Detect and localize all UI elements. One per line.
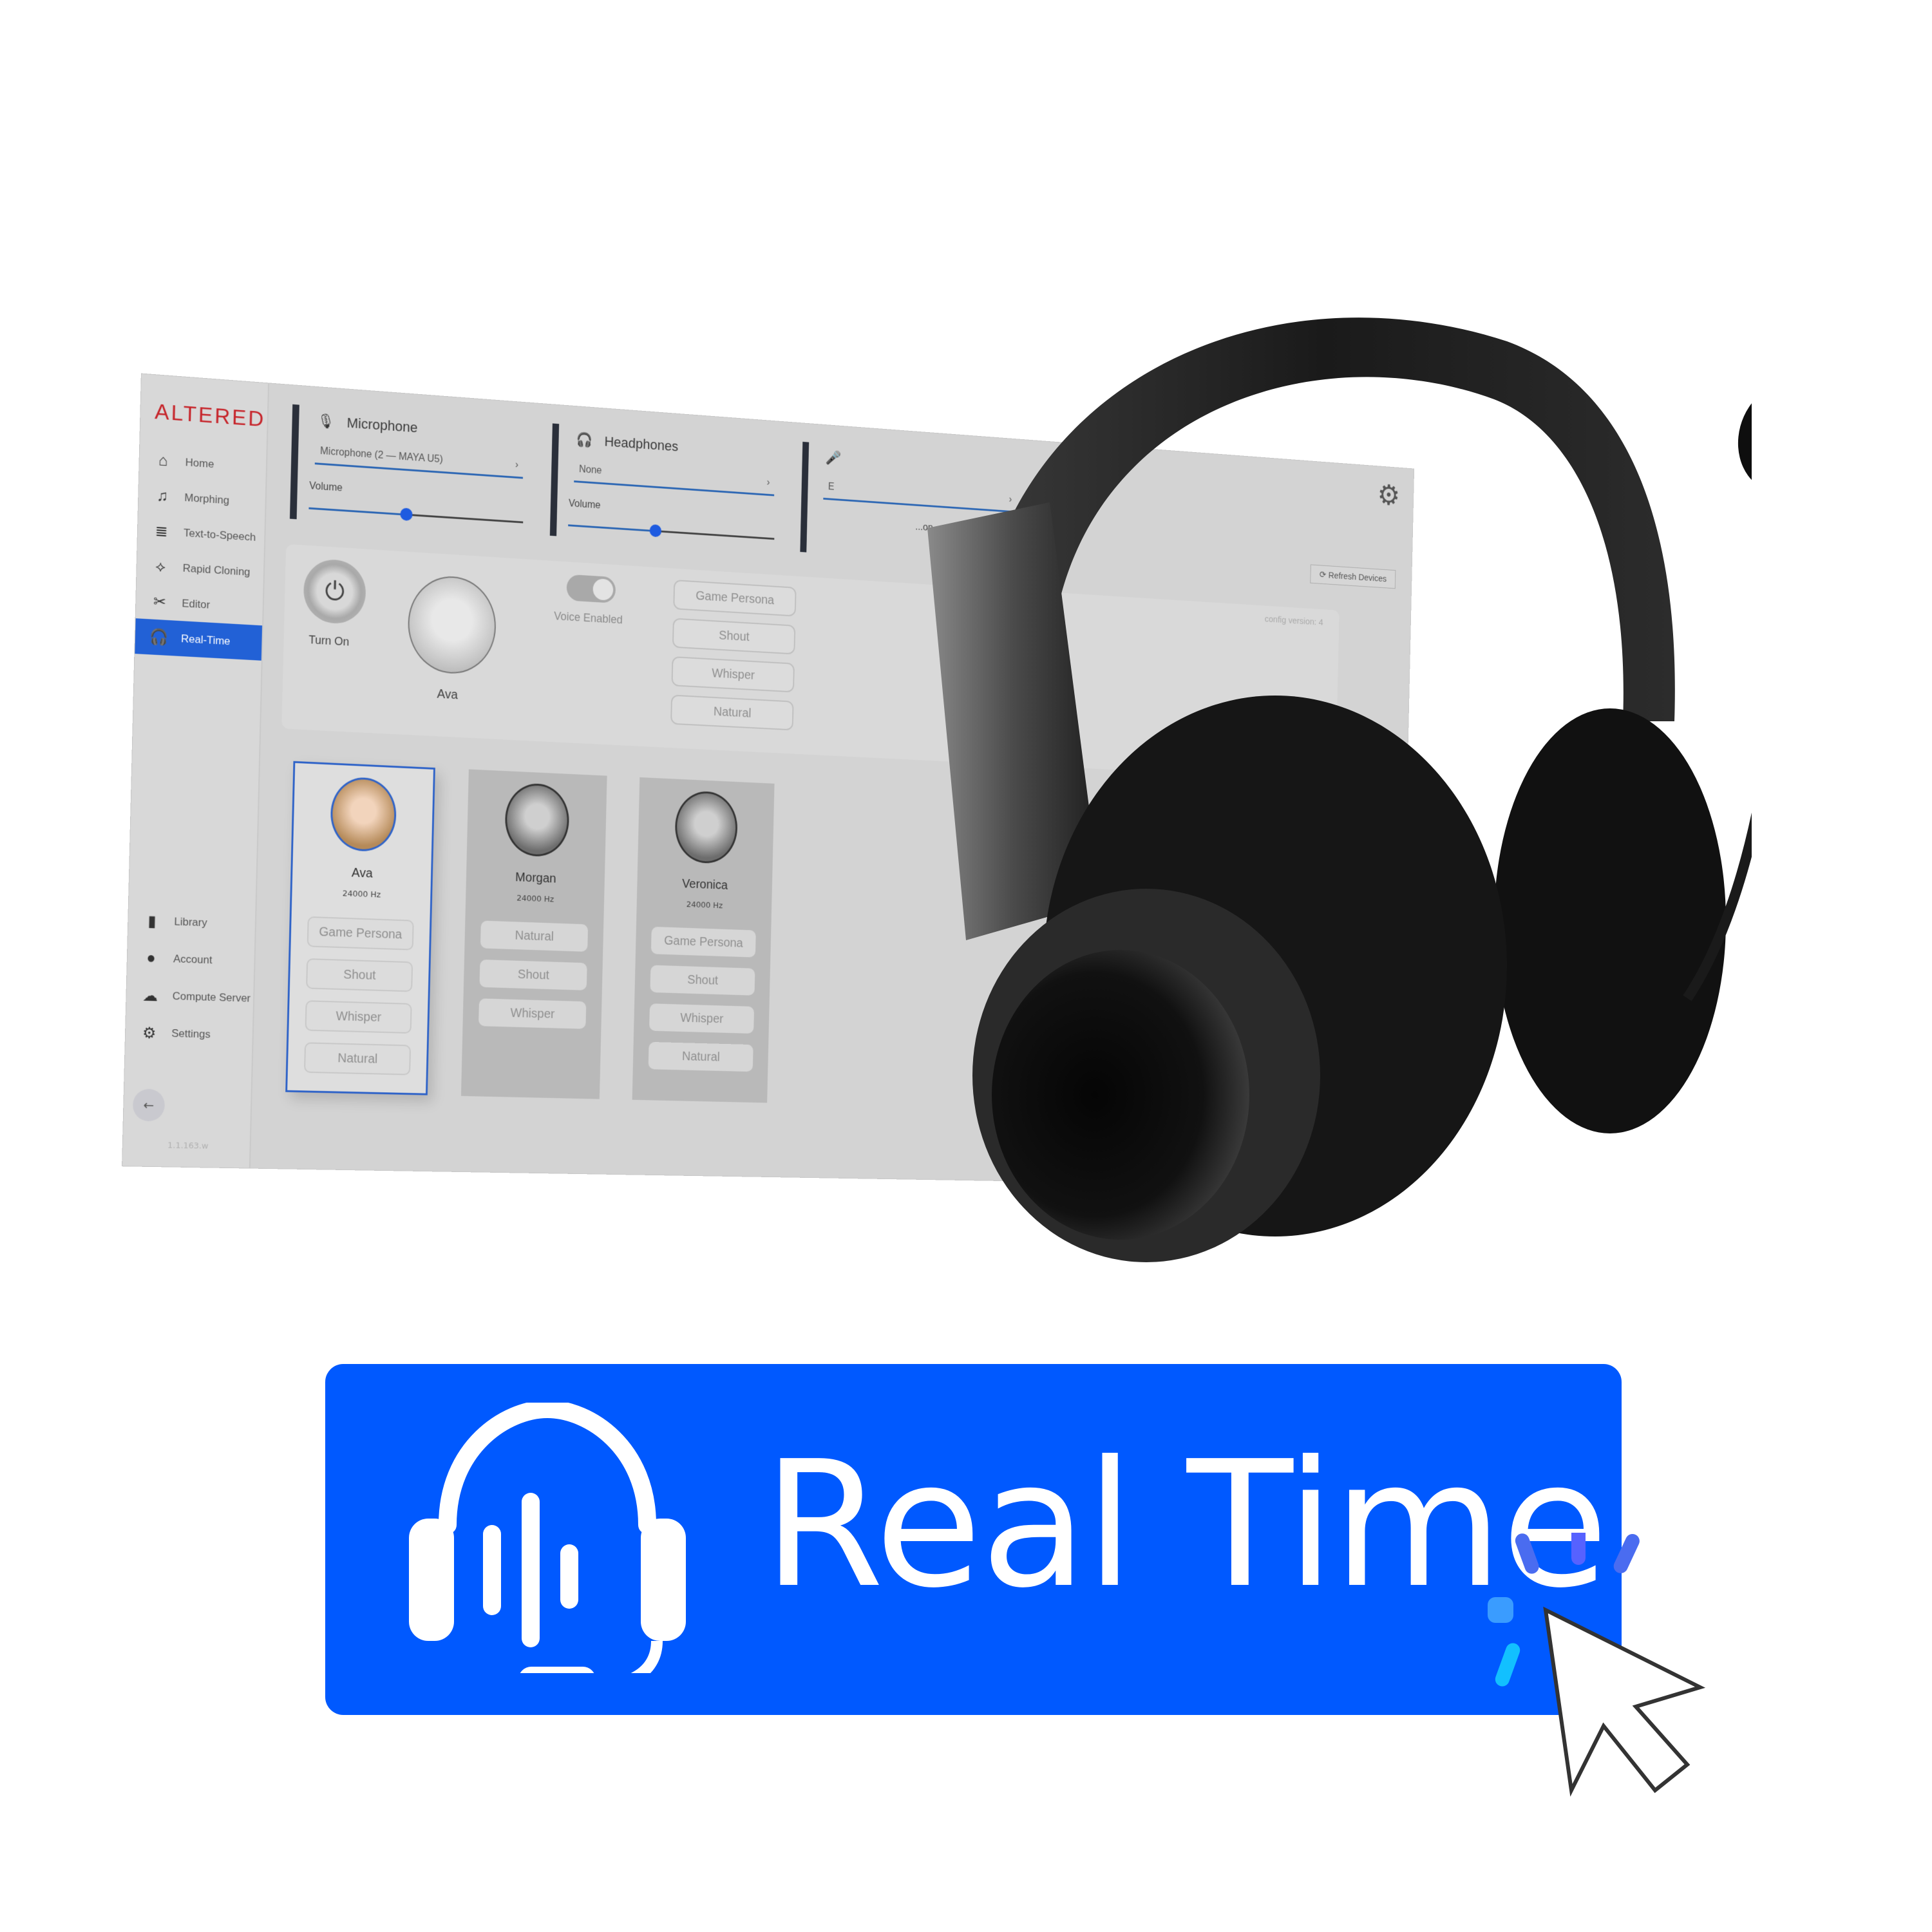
chevron-right-icon: › [766, 477, 770, 488]
ear-cup-back [1494, 708, 1726, 1133]
headphones-title: Headphones [604, 433, 679, 455]
microphone-section: 🎙 Microphone Microphone (2 — MAYA U5) › Vo… [289, 404, 538, 541]
voice-card-morgan[interactable]: Morgan 24000 Hz Natural Shout Whisper [460, 769, 607, 1099]
voice-style-button[interactable]: Natural [648, 1041, 753, 1072]
voice-style-button[interactable]: Whisper [649, 1003, 755, 1034]
section-divider [549, 423, 560, 536]
headset-icon: 🎧 [149, 628, 169, 647]
microphone-select[interactable]: Microphone (2 — MAYA U5) › [314, 445, 524, 479]
collapse-sidebar-button[interactable]: ← [132, 1088, 166, 1122]
microphone-volume-label: Volume [309, 480, 343, 494]
voice-style-button[interactable]: Game Persona [650, 926, 756, 958]
headband [972, 317, 1675, 721]
voice-name: Morgan [515, 870, 556, 886]
sidebar-item-account[interactable]: ● Account [127, 939, 254, 980]
voice-style-button[interactable]: Shout [479, 959, 587, 990]
headphones-select[interactable]: None › [574, 463, 775, 497]
active-voice-avatar [406, 574, 497, 676]
sidebar-item-library[interactable]: ▮ Library [128, 902, 256, 943]
chevron-right-icon: › [515, 459, 519, 471]
section-divider [800, 441, 810, 553]
ear-cup-face [992, 950, 1249, 1240]
morphing-icon: ♫ [156, 486, 169, 505]
mic-foam [1738, 383, 1752, 493]
arrow-left-icon: ← [143, 1097, 155, 1113]
voice-mic-icon: 🎤 [825, 450, 842, 466]
style-button-whisper[interactable]: Whisper [671, 656, 795, 693]
voice-sample-rate: 24000 Hz [516, 893, 554, 905]
voice-avatar [674, 790, 739, 865]
user-icon: ● [146, 949, 156, 967]
headphones-volume-slider[interactable] [568, 524, 775, 540]
voice-name: Ava [351, 866, 373, 881]
voice-style-button[interactable]: Shout [650, 965, 755, 996]
book-icon: ▮ [147, 912, 156, 930]
real-time-button[interactable]: Real Time [325, 1364, 1622, 1715]
power-label: Turn On [308, 633, 350, 649]
gear-icon: ⚙ [142, 1024, 156, 1042]
microphone-title: Microphone [346, 414, 418, 436]
headset-waveform-icon [409, 1403, 686, 1673]
sidebar-bottom-nav: ▮ Library ● Account ☁ Compute Server ⚙ Setti… [125, 902, 255, 1054]
voice-style-button[interactable]: Natural [303, 1042, 412, 1075]
editor-icon: ✂ [153, 592, 167, 611]
style-button-game-persona[interactable]: Game Persona [673, 580, 797, 617]
slider-knob[interactable] [649, 524, 662, 538]
style-button-shout[interactable]: Shout [672, 618, 796, 655]
cloud-icon: ☁ [142, 987, 158, 1005]
voice-style-button[interactable]: Shout [306, 958, 413, 992]
headset-photo [927, 317, 1752, 1262]
voice-enabled-label: Voice Enabled [553, 609, 623, 627]
microphone-volume-slider[interactable] [308, 507, 524, 524]
power-icon: ⏻ [325, 576, 345, 607]
cursor-click-icon [1488, 1533, 1706, 1797]
sidebar-item-settings[interactable]: ⚙ Settings [125, 1014, 252, 1054]
power-button[interactable]: ⏻ [303, 558, 366, 625]
style-list: Game Persona Shout Whisper Natural [670, 580, 797, 739]
section-divider [289, 404, 299, 520]
voice-style-button[interactable]: Game Persona [307, 916, 414, 951]
dna-icon: ⟡ [155, 557, 166, 576]
voice-card-veronica[interactable]: Veronica 24000 Hz Game Persona Shout Whi… [632, 777, 775, 1103]
voice-sample-rate: 24000 Hz [686, 900, 723, 911]
voice-style-button[interactable]: Whisper [305, 1000, 412, 1034]
headphones-section: 🎧 Headphones None › Volume [549, 423, 788, 557]
voice-name: Veronica [681, 876, 728, 893]
sidebar-item-compute-server[interactable]: ☁ Compute Server [126, 976, 254, 1018]
app-version: 1.1.163.w [167, 1141, 209, 1151]
sidebar-item-real-time[interactable]: 🎧 Real-Time [135, 618, 263, 661]
voice-avatar [504, 782, 570, 858]
headphones-volume-label: Volume [568, 498, 601, 511]
headphones-icon: 🎧 [576, 431, 593, 448]
brand-logo: ALTERED [154, 399, 266, 432]
voice-style-button[interactable]: Natural [480, 920, 589, 952]
sidebar-nav: ⌂ Home ♫ Morphing ≣ Text-to-Speech ⟡ Rapid C… [135, 441, 266, 661]
slider-knob[interactable] [399, 507, 413, 522]
voice-avatar [330, 776, 397, 853]
microphone-icon: 🎙 [317, 412, 335, 430]
active-voice-name: Ava [437, 687, 459, 703]
home-icon: ⌂ [158, 451, 168, 469]
voice-card-ava[interactable]: Ava 24000 Hz Game Persona Shout Whisper … [285, 761, 435, 1095]
voice-sample-rate: 24000 Hz [342, 889, 381, 900]
voice-enabled-toggle[interactable] [566, 574, 616, 603]
voice-style-button[interactable]: Whisper [478, 998, 587, 1029]
style-button-natural[interactable]: Natural [670, 694, 794, 731]
text-to-speech-icon: ≣ [155, 522, 168, 541]
sidebar: ALTERED ⌂ Home ♫ Morphing ≣ Text-to-Speech … [122, 374, 270, 1168]
